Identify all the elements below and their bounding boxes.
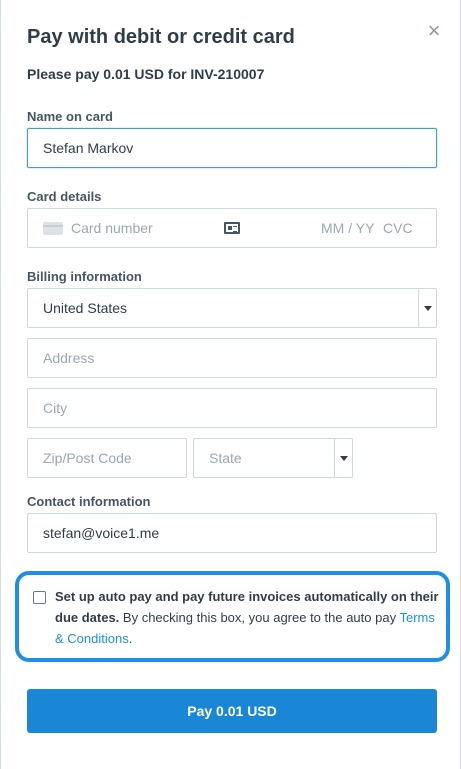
card-details-label: Card details — [27, 189, 102, 204]
chevron-down-icon — [334, 439, 352, 477]
country-select[interactable]: United States — [27, 288, 437, 328]
autopay-checkbox[interactable] — [33, 591, 46, 604]
country-value: United States — [43, 300, 128, 316]
name-on-card-input[interactable]: Stefan Markov — [27, 128, 437, 168]
name-on-card-label: Name on card — [27, 109, 113, 124]
autopay-description: By checking this box, you agree to the a… — [119, 610, 400, 625]
city-placeholder: City — [43, 400, 68, 416]
expiry-placeholder: MM / YY — [321, 220, 375, 236]
address-placeholder: Address — [43, 350, 95, 366]
chevron-down-icon — [418, 289, 436, 327]
payment-modal: Pay with debit or credit card × Please p… — [0, 0, 461, 769]
city-input[interactable]: City — [27, 388, 437, 428]
card-details-input[interactable]: Card number MM / YY CVC — [27, 208, 437, 248]
autopay-section: Set up auto pay and pay future invoices … — [15, 571, 450, 662]
autopay-text: Set up auto pay and pay future invoices … — [55, 586, 440, 649]
state-placeholder: State — [209, 450, 242, 466]
payment-summary: Please pay 0.01 USD for INV-210007 — [27, 66, 265, 82]
pay-button[interactable]: Pay 0.01 USD — [27, 689, 437, 733]
zip-placeholder: Zip/Post Code — [43, 450, 132, 466]
autopay-end: . — [128, 631, 133, 646]
credit-card-icon — [43, 222, 63, 235]
cvc-placeholder: CVC — [383, 220, 413, 236]
email-input[interactable]: stefan@voice1.me — [27, 513, 437, 553]
billing-label: Billing information — [27, 269, 142, 284]
modal-title: Pay with debit or credit card — [27, 26, 295, 48]
name-on-card-value: Stefan Markov — [43, 140, 134, 156]
card-number-placeholder: Card number — [71, 220, 153, 236]
state-select[interactable]: State — [193, 438, 353, 478]
zip-input[interactable]: Zip/Post Code — [27, 438, 187, 478]
close-icon[interactable]: × — [424, 20, 444, 42]
address-input[interactable]: Address — [27, 338, 437, 378]
email-value: stefan@voice1.me — [43, 525, 160, 541]
contact-label: Contact information — [27, 494, 151, 509]
id-card-icon — [224, 222, 240, 234]
